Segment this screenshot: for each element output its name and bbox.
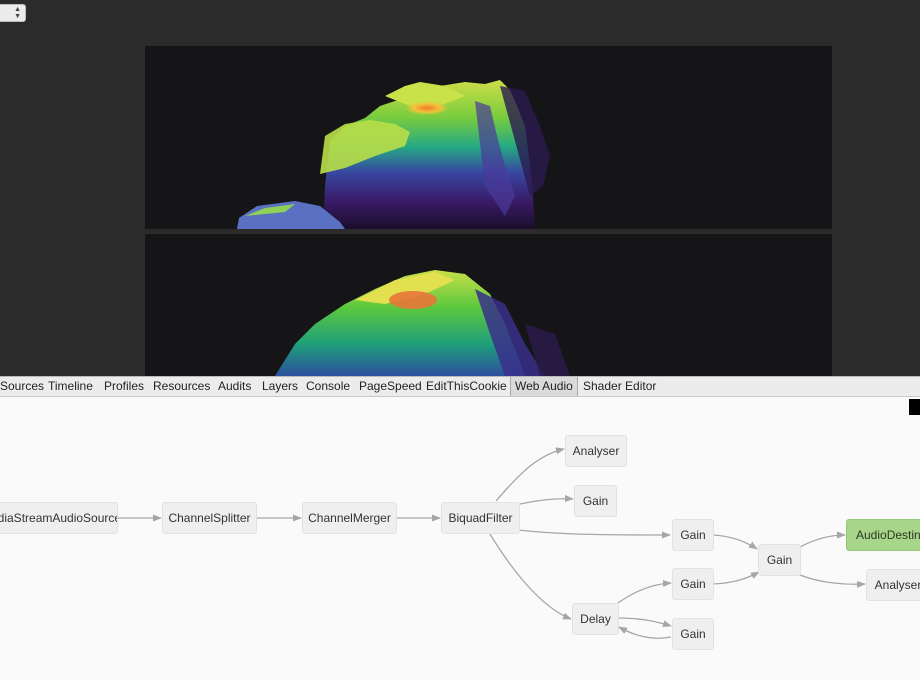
edge-biquad-gain2	[517, 529, 671, 539]
edge-delay-gain5	[617, 617, 672, 627]
spectrogram-canvas-top	[145, 46, 832, 229]
node-gain-2[interactable]: Gain	[672, 519, 714, 551]
tab-shader-editor[interactable]: Shader Editor	[579, 377, 660, 396]
tab-layers[interactable]: Layers	[258, 377, 302, 396]
source-select[interactable]: ▲ ▼	[0, 4, 26, 22]
node-biquad-filter[interactable]: BiquadFilter	[441, 502, 520, 534]
edge-gain4-analyser	[799, 574, 866, 588]
node-gain-5[interactable]: Gain	[672, 618, 714, 650]
tab-pagespeed[interactable]: PageSpeed	[355, 377, 426, 396]
tab-web-audio[interactable]: Web Audio	[510, 377, 578, 396]
tab-resources[interactable]: Resources	[149, 377, 214, 396]
node-gain-4[interactable]: Gain	[758, 544, 801, 576]
node-channel-splitter[interactable]: ChannelSplitter	[162, 502, 257, 534]
tab-sources[interactable]: Sources	[0, 377, 48, 396]
tab-console[interactable]: Console	[302, 377, 354, 396]
spectrogram-surface	[275, 270, 570, 376]
audio-graph-edges	[117, 447, 866, 639]
node-delay[interactable]: Delay	[572, 603, 619, 635]
edge-delay-gain3	[617, 579, 672, 604]
node-channel-merger[interactable]: ChannelMerger	[302, 502, 397, 534]
edge-biquad-analyser	[495, 447, 565, 502]
node-media-stream-source[interactable]: MediaStreamAudioSource	[0, 502, 118, 534]
tab-profiles[interactable]: Profiles	[100, 377, 148, 396]
node-analyser-2[interactable]: Analyser	[866, 569, 920, 601]
edge-gain2-gain4	[712, 534, 758, 550]
spectrogram-surface	[237, 80, 550, 229]
edge-gain3-gain4	[712, 571, 760, 585]
node-gain-1[interactable]: Gain	[574, 485, 617, 517]
edge-gain4-destination	[799, 531, 846, 548]
tab-editthiscookie[interactable]: EditThisCookie	[422, 377, 511, 396]
tab-audits[interactable]: Audits	[214, 377, 255, 396]
node-gain-3[interactable]: Gain	[672, 568, 714, 600]
tab-timeline[interactable]: Timeline	[44, 377, 97, 396]
spectrogram-canvas-bottom	[145, 234, 832, 376]
page-viewport: ▲ ▼	[0, 0, 920, 376]
web-audio-panel: MediaStreamAudioSource ChannelSplitter C…	[0, 397, 920, 680]
edge-biquad-gain1	[519, 495, 574, 505]
node-audio-destination[interactable]: AudioDestination	[846, 519, 920, 551]
edge-gain5-delay	[618, 626, 672, 639]
select-arrows-icon: ▲ ▼	[14, 6, 21, 20]
devtools-tabbar: Sources Timeline Profiles Resources Audi…	[0, 376, 920, 397]
node-analyser-1[interactable]: Analyser	[565, 435, 627, 467]
edge-biquad-delay	[489, 533, 572, 620]
